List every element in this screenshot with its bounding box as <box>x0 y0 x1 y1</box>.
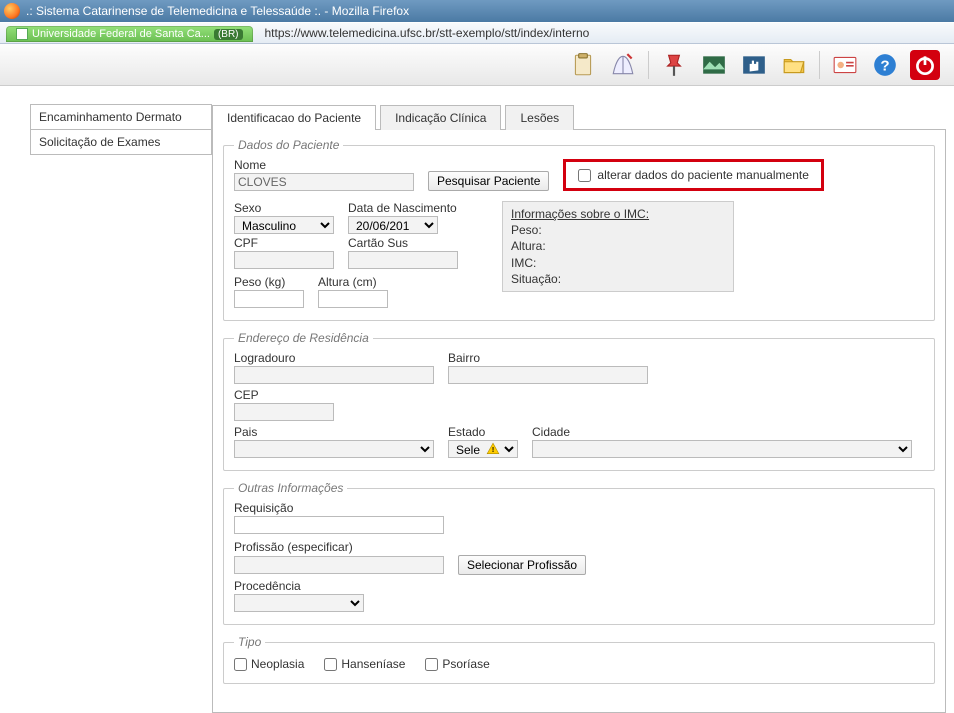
label-neoplasia: Neoplasia <box>251 657 304 671</box>
input-peso[interactable] <box>234 290 304 308</box>
help-icon[interactable]: ? <box>870 50 900 80</box>
imc-situacao: Situação: <box>511 271 725 287</box>
tab-indicacao[interactable]: Indicação Clínica <box>380 105 501 130</box>
tipo-option-psoriase[interactable]: Psoríase <box>425 657 489 671</box>
firefox-icon <box>4 3 20 19</box>
toolbar-separator <box>648 51 649 79</box>
select-cidade[interactable] <box>532 440 912 458</box>
label-pais: Pais <box>234 425 434 439</box>
label-sexo: Sexo <box>234 201 334 215</box>
app-toolbar: ? <box>0 44 954 86</box>
checkbox-psoriase[interactable] <box>425 658 438 671</box>
left-nav: Encaminhamento Dermato Solicitação de Ex… <box>30 104 212 713</box>
warning-icon: ! <box>486 442 500 456</box>
input-altura[interactable] <box>318 290 388 308</box>
fieldset-tipo: Tipo Neoplasia Hanseníase Psoríase <box>223 635 935 684</box>
url-text[interactable]: https://www.telemedicina.ufsc.br/stt-exe… <box>259 23 954 43</box>
browser-tab[interactable]: Universidade Federal de Santa Ca... (BR) <box>6 26 253 42</box>
select-pais[interactable] <box>234 440 434 458</box>
checkbox-neoplasia[interactable] <box>234 658 247 671</box>
pin-icon[interactable] <box>659 50 689 80</box>
legend-tipo: Tipo <box>234 635 265 649</box>
btn-pesquisar-paciente[interactable]: Pesquisar Paciente <box>428 171 549 191</box>
label-logradouro: Logradouro <box>234 351 434 365</box>
checkbox-hanseniase[interactable] <box>324 658 337 671</box>
label-requisicao: Requisição <box>234 501 924 515</box>
browser-titlebar: .: Sistema Catarinense de Telemedicina e… <box>0 0 954 22</box>
id-card-icon[interactable] <box>830 50 860 80</box>
form-tabstrip: Identificacao do Paciente Indicação Clín… <box>212 104 946 130</box>
btn-selecionar-profissao[interactable]: Selecionar Profissão <box>458 555 586 575</box>
label-altura: Altura (cm) <box>318 275 388 289</box>
input-cpf[interactable] <box>234 251 334 269</box>
select-procedencia[interactable] <box>234 594 364 612</box>
main-panel: Identificacao do Paciente Indicação Clín… <box>212 104 946 713</box>
tipo-option-neoplasia[interactable]: Neoplasia <box>234 657 304 671</box>
page-icon <box>16 28 28 40</box>
label-data-nascimento: Data de Nascimento <box>348 201 457 215</box>
fieldset-endereco: Endereço de Residência Logradouro Bairro… <box>223 331 935 471</box>
legend-dados: Dados do Paciente <box>234 138 343 152</box>
svg-text:!: ! <box>492 447 494 454</box>
highlight-alterar-dados: alterar dados do paciente manualmente <box>563 159 823 191</box>
legend-outras: Outras Informações <box>234 481 347 495</box>
label-cartao-sus: Cartão Sus <box>348 236 458 250</box>
form-panel: Dados do Paciente Nome Pesquisar Pacient… <box>212 130 946 713</box>
input-nome[interactable] <box>234 173 414 191</box>
label-cpf: CPF <box>234 236 334 250</box>
label-cidade: Cidade <box>532 425 924 439</box>
window-title: .: Sistema Catarinense de Telemedicina e… <box>26 4 409 18</box>
input-cartao-sus[interactable] <box>348 251 458 269</box>
label-cep: CEP <box>234 388 334 402</box>
tab-lesoes[interactable]: Lesões <box>505 105 574 130</box>
label-hanseniase: Hanseníase <box>341 657 405 671</box>
image-green-icon[interactable] <box>699 50 729 80</box>
fieldset-dados: Dados do Paciente Nome Pesquisar Pacient… <box>223 138 935 321</box>
label-nome: Nome <box>234 158 414 172</box>
input-bairro[interactable] <box>448 366 648 384</box>
label-peso: Peso (kg) <box>234 275 304 289</box>
legend-endereco: Endereço de Residência <box>234 331 373 345</box>
toolbar-separator <box>819 51 820 79</box>
tipo-option-hanseniase[interactable]: Hanseníase <box>324 657 405 671</box>
input-requisicao[interactable] <box>234 516 444 534</box>
label-alterar-dados: alterar dados do paciente manualmente <box>597 168 808 182</box>
power-icon[interactable] <box>910 50 940 80</box>
nav-item-solicitacao[interactable]: Solicitação de Exames <box>30 130 212 155</box>
imc-infobox: Informações sobre o IMC: Peso: Altura: I… <box>502 201 734 292</box>
svg-text:?: ? <box>880 57 889 74</box>
fieldset-outras: Outras Informações Requisição Profissão … <box>223 481 935 625</box>
browser-tab-label: Universidade Federal de Santa Ca... <box>32 28 210 40</box>
browser-url-row: Universidade Federal de Santa Ca... (BR)… <box>0 22 954 44</box>
imc-altura: Altura: <box>511 238 725 254</box>
select-estado[interactable]: Sele <box>448 440 518 458</box>
imc-header: Informações sobre o IMC: <box>511 206 725 222</box>
clipboard-icon[interactable] <box>568 50 598 80</box>
label-estado: Estado <box>448 425 518 439</box>
select-sexo[interactable]: Masculino <box>234 216 334 234</box>
label-profissao: Profissão (especificar) <box>234 540 924 554</box>
workspace: Encaminhamento Dermato Solicitação de Ex… <box>0 86 954 713</box>
imc-peso: Peso: <box>511 222 725 238</box>
tab-identificacao[interactable]: Identificacao do Paciente <box>212 105 376 130</box>
input-profissao[interactable] <box>234 556 444 574</box>
checkbox-alterar-dados[interactable] <box>578 169 591 182</box>
imc-imc: IMC: <box>511 255 725 271</box>
notebook-icon[interactable] <box>608 50 638 80</box>
select-data-nascimento[interactable]: 20/06/201 <box>348 216 438 234</box>
input-logradouro[interactable] <box>234 366 434 384</box>
label-procedencia: Procedência <box>234 579 924 593</box>
label-bairro: Bairro <box>448 351 648 365</box>
hand-icon[interactable] <box>739 50 769 80</box>
input-cep[interactable] <box>234 403 334 421</box>
folder-icon[interactable] <box>779 50 809 80</box>
label-psoriase: Psoríase <box>442 657 489 671</box>
locale-badge: (BR) <box>214 29 243 40</box>
nav-item-encaminhamento[interactable]: Encaminhamento Dermato <box>30 104 212 130</box>
